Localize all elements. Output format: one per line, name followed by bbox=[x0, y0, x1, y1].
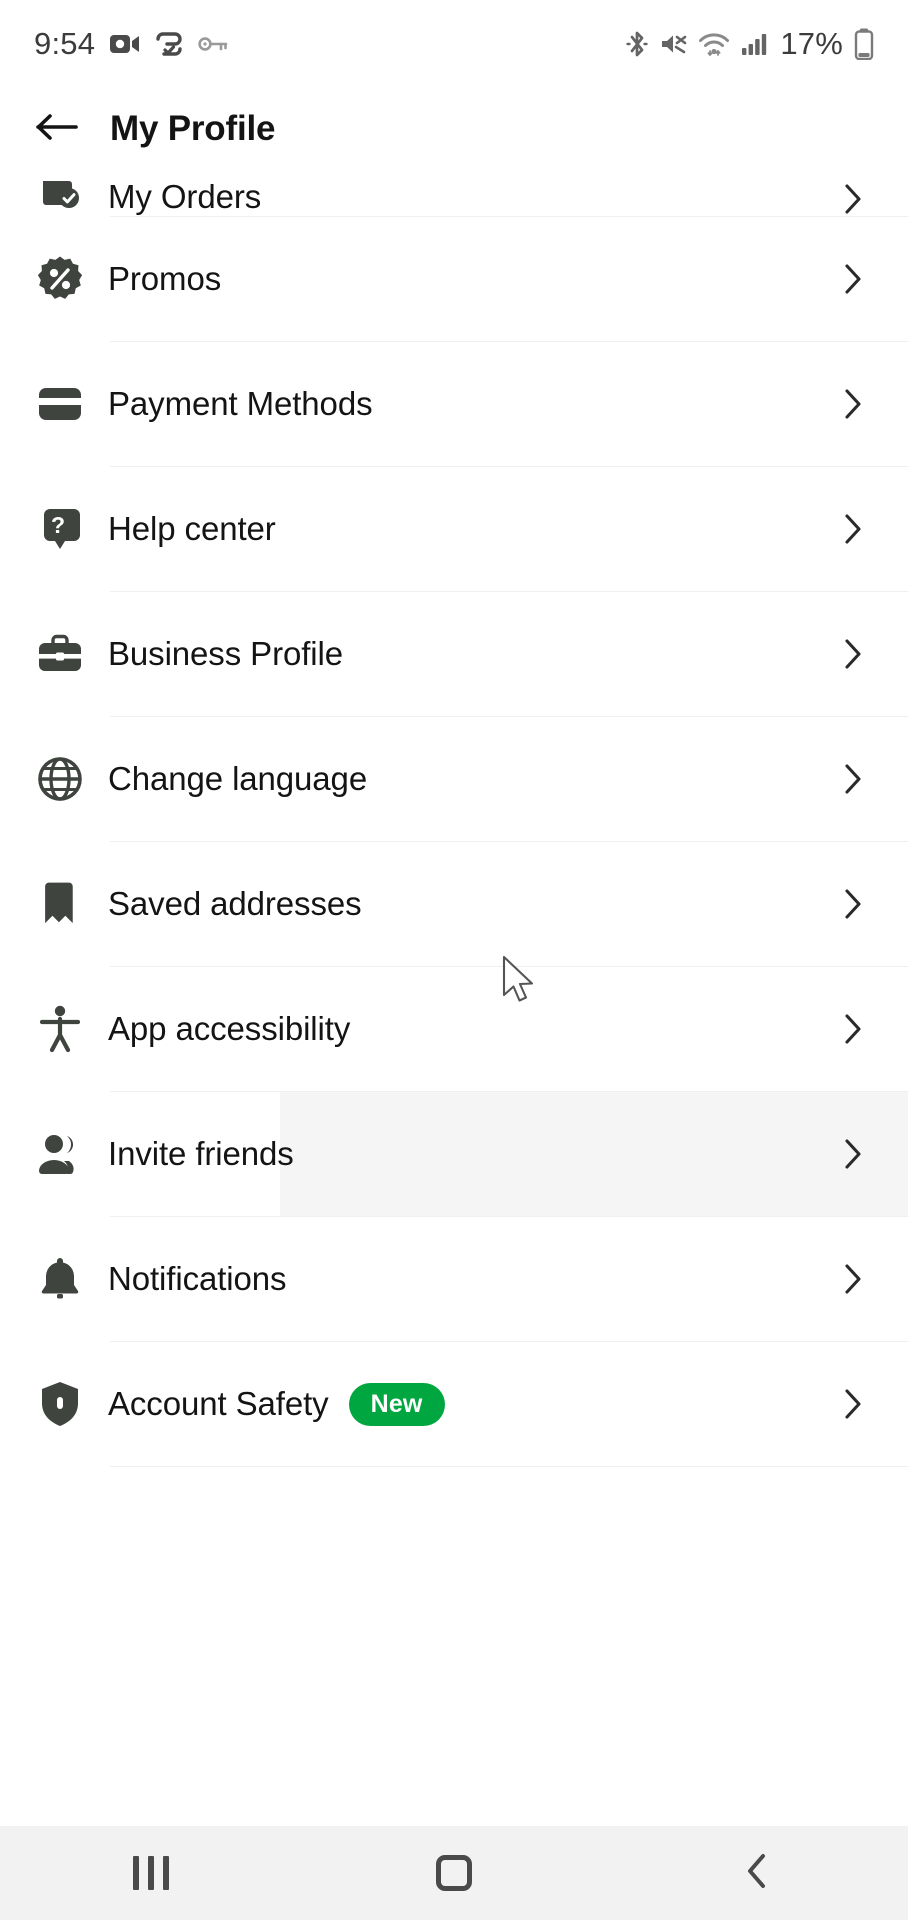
bag-check-icon bbox=[34, 170, 86, 216]
list-item-promos[interactable]: Promos bbox=[0, 217, 908, 341]
recents-button[interactable] bbox=[96, 1826, 206, 1920]
list-item-account-safety[interactable]: Account Safety New bbox=[0, 1342, 908, 1466]
bookmark-icon bbox=[34, 878, 86, 930]
status-bar-left: 9:54 bbox=[34, 26, 228, 62]
status-bar-right: 17% bbox=[626, 26, 874, 62]
chevron-right-icon bbox=[836, 262, 870, 296]
vpn-key-shield-icon bbox=[155, 31, 183, 57]
hover-highlight bbox=[280, 1092, 908, 1216]
arrow-left-icon bbox=[35, 112, 79, 147]
list-item-label: Help center bbox=[108, 510, 276, 547]
globe-icon bbox=[34, 753, 86, 805]
chevron-right-icon bbox=[836, 1137, 870, 1171]
back-button[interactable] bbox=[34, 106, 80, 152]
list-item-label: Notifications bbox=[108, 1260, 287, 1297]
list-item-label: Business Profile bbox=[108, 635, 344, 672]
list-item-change-language[interactable]: Change language bbox=[0, 717, 908, 841]
list-item-label: App accessibility bbox=[108, 1010, 351, 1047]
svg-text:?: ? bbox=[51, 512, 65, 538]
status-badge-new: New bbox=[348, 1382, 445, 1426]
chevron-right-icon bbox=[836, 637, 870, 671]
list-item-manage-accounts[interactable]: Manage accounts bbox=[0, 1467, 908, 1470]
list-item-business-profile[interactable]: Business Profile bbox=[0, 592, 908, 716]
list-item-label: Promos bbox=[108, 260, 222, 297]
list-item-my-orders-clipped[interactable]: My Orders bbox=[0, 170, 908, 216]
chevron-right-icon bbox=[836, 1262, 870, 1296]
bell-icon bbox=[34, 1253, 86, 1305]
battery-percentage: 17% bbox=[780, 26, 843, 61]
chevron-right-icon bbox=[836, 387, 870, 421]
back-button-nav[interactable] bbox=[702, 1826, 812, 1920]
list-item-app-accessibility[interactable]: App accessibility bbox=[0, 967, 908, 1091]
percent-badge-icon bbox=[34, 253, 86, 305]
list-item-help-center[interactable]: ? Help center bbox=[0, 467, 908, 591]
chevron-right-icon bbox=[836, 1012, 870, 1046]
phone-screen: 9:54 17% My Profile My Orders Promos Pay… bbox=[0, 0, 908, 1920]
accessibility-icon bbox=[34, 1003, 86, 1055]
camera-icon bbox=[110, 32, 140, 56]
home-button[interactable] bbox=[399, 1826, 509, 1920]
people-icon bbox=[34, 1128, 86, 1180]
wifi-icon bbox=[698, 31, 730, 57]
briefcase-icon bbox=[34, 628, 86, 680]
list-item-label: Account Safety bbox=[108, 1385, 329, 1422]
cellular-signal-icon bbox=[741, 31, 769, 57]
android-nav-bar bbox=[0, 1826, 908, 1920]
battery-icon bbox=[854, 28, 874, 60]
help-bubble-icon: ? bbox=[34, 503, 86, 555]
list-item-saved-addresses[interactable]: Saved addresses bbox=[0, 842, 908, 966]
app-header: My Profile bbox=[0, 88, 908, 170]
list-item-notifications[interactable]: Notifications bbox=[0, 1217, 908, 1341]
chevron-right-icon bbox=[836, 887, 870, 921]
home-icon bbox=[435, 1855, 472, 1891]
list-item-payment-methods[interactable]: Payment Methods bbox=[0, 342, 908, 466]
shield-lock-icon bbox=[34, 1378, 86, 1430]
chevron-right-icon bbox=[836, 762, 870, 796]
status-bar: 9:54 17% bbox=[0, 0, 908, 88]
chevron-right-icon bbox=[836, 182, 870, 216]
volume-mute-icon bbox=[659, 31, 687, 57]
list-item-label: Change language bbox=[108, 760, 368, 797]
chevron-right-icon bbox=[836, 512, 870, 546]
page-title: My Profile bbox=[110, 109, 276, 148]
credit-card-icon bbox=[34, 378, 86, 430]
list-item-invite-friends[interactable]: Invite friends bbox=[0, 1092, 908, 1216]
back-icon bbox=[744, 1852, 770, 1895]
profile-menu-list[interactable]: My Orders Promos Payment Methods ? Help … bbox=[0, 170, 908, 1470]
recents-icon bbox=[133, 1856, 170, 1890]
chevron-right-icon bbox=[836, 1387, 870, 1421]
key-icon bbox=[198, 34, 228, 54]
list-item-label: My Orders bbox=[108, 178, 262, 215]
status-bar-clock: 9:54 bbox=[34, 26, 96, 61]
list-item-label: Invite friends bbox=[108, 1135, 294, 1172]
list-item-label: Saved addresses bbox=[108, 885, 362, 922]
bluetooth-icon bbox=[626, 29, 649, 59]
list-item-label: Payment Methods bbox=[108, 385, 373, 422]
